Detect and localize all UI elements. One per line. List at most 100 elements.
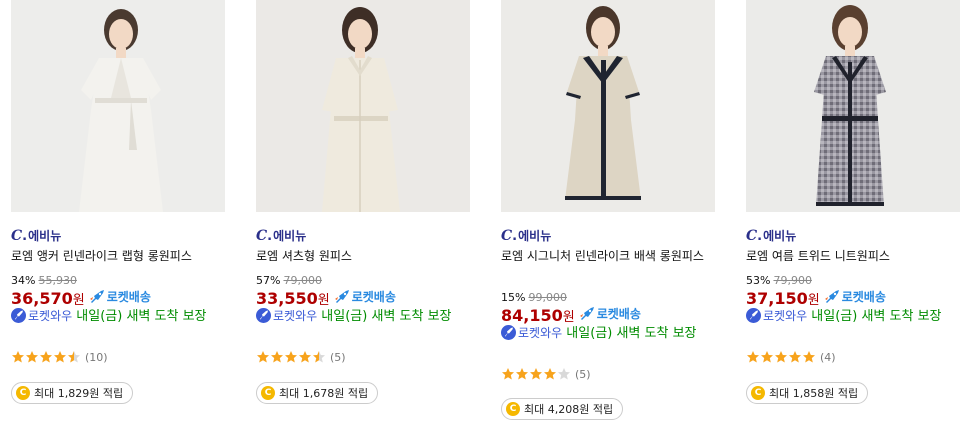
coin-icon: C bbox=[16, 386, 30, 400]
wow-rocket-icon bbox=[256, 308, 271, 323]
rocket-delivery-badge: 로켓배송 bbox=[89, 288, 151, 305]
original-price: 79,900 bbox=[773, 274, 812, 287]
price-block: 57% 79,000 33,550 원 로켓배송 로켓와우 내일(금) 새벽 도착 … bbox=[256, 273, 470, 325]
product-card[interactable]: C. 에비뉴 로엠 여름 트위드 니트원피스 53% 79,900 37,150 원 … bbox=[746, 0, 960, 446]
delivery-text: 내일(금) 새벽 도착 보장 bbox=[72, 309, 207, 324]
price-block: 15% 99,000 84,150 원 로켓배송 로켓와우 내일(금) 새벽 도착 … bbox=[501, 290, 715, 342]
brand-mark: C bbox=[11, 228, 23, 244]
sale-price: 33,550 bbox=[256, 288, 318, 308]
star-icon bbox=[285, 351, 297, 363]
discount-rate: 53% bbox=[746, 274, 771, 287]
star-half-icon bbox=[68, 351, 80, 363]
star-rating bbox=[11, 350, 81, 364]
brand-logo: C. 에비뉴 bbox=[256, 228, 307, 244]
rating: (5) bbox=[501, 366, 591, 382]
brand-name: 에비뉴 bbox=[273, 229, 307, 243]
reward-points-badge: C 최대 4,208원 적립 bbox=[501, 398, 624, 420]
star-icon bbox=[775, 351, 787, 363]
sale-price: 37,150 bbox=[746, 288, 808, 308]
product-card[interactable]: C. 에비뉴 로엠 앵커 린넨라이크 랩형 롱원피스 34% 55,930 36,5… bbox=[11, 0, 225, 446]
product-title[interactable]: 로엠 앵커 린넨라이크 랩형 롱원피스 bbox=[11, 248, 225, 265]
star-icon bbox=[12, 351, 24, 363]
price-row: 84,150 원 로켓배송 bbox=[501, 305, 641, 325]
price-row: 36,570 원 로켓배송 bbox=[11, 288, 151, 308]
star-icon bbox=[789, 351, 801, 363]
discount-row: 34% 55,930 bbox=[11, 273, 225, 288]
discount-rate: 15% bbox=[501, 291, 526, 304]
wow-label: 로켓와우 bbox=[273, 309, 318, 323]
rating: (10) bbox=[11, 349, 108, 365]
product-card[interactable]: C. 에비뉴 로엠 시그니처 린넨라이크 배색 롱원피스 15% 99,000 84… bbox=[501, 0, 715, 446]
star-icon bbox=[502, 368, 514, 380]
price-block: 53% 79,900 37,150 원 로켓배송 로켓와우 내일(금) 새벽 도착 … bbox=[746, 273, 960, 325]
product-title[interactable]: 로엠 여름 트위드 니트원피스 bbox=[746, 248, 960, 265]
discount-rate: 57% bbox=[256, 274, 281, 287]
wow-rocket-icon bbox=[501, 325, 516, 340]
original-price: 79,000 bbox=[283, 274, 322, 287]
discount-row: 15% 99,000 bbox=[501, 290, 715, 305]
brand-name: 에비뉴 bbox=[763, 229, 797, 243]
product-image[interactable] bbox=[11, 0, 225, 212]
star-icon bbox=[54, 351, 66, 363]
price-block: 34% 55,930 36,570 원 로켓배송 로켓와우 내일(금) 새벽 도착 … bbox=[11, 273, 225, 325]
rating: (5) bbox=[256, 349, 346, 365]
star-icon bbox=[544, 368, 556, 380]
star-icon bbox=[516, 368, 528, 380]
original-price: 55,930 bbox=[38, 274, 77, 287]
reward-points-badge: C 최대 1,858원 적립 bbox=[746, 382, 869, 404]
star-icon bbox=[257, 351, 269, 363]
brand-logo: C. 에비뉴 bbox=[501, 228, 552, 244]
discount-row: 53% 79,900 bbox=[746, 273, 960, 288]
rocket-delivery-badge: 로켓배송 bbox=[824, 288, 886, 305]
delivery-promise: 로켓와우 내일(금) 새벽 도착 보장 bbox=[501, 325, 715, 342]
star-icon bbox=[530, 368, 542, 380]
delivery-promise: 로켓와우 내일(금) 새벽 도착 보장 bbox=[746, 308, 960, 325]
star-rating bbox=[501, 367, 571, 381]
sale-price: 36,570 bbox=[11, 288, 73, 308]
product-image[interactable] bbox=[746, 0, 960, 212]
wow-rocket-icon bbox=[746, 308, 761, 323]
wow-label: 로켓와우 bbox=[28, 309, 73, 323]
coin-icon: C bbox=[506, 402, 520, 416]
brand-logo: C. 에비뉴 bbox=[746, 228, 797, 244]
star-icon bbox=[803, 351, 815, 363]
rating: (4) bbox=[746, 349, 836, 365]
reward-points-badge: C 최대 1,678원 적립 bbox=[256, 382, 379, 404]
delivery-promise: 로켓와우 내일(금) 새벽 도착 보장 bbox=[11, 308, 225, 325]
star-empty-icon bbox=[558, 368, 570, 380]
reward-points-badge: C 최대 1,829원 적립 bbox=[11, 382, 134, 404]
star-half-icon bbox=[313, 351, 325, 363]
product-title[interactable]: 로엠 셔츠형 원피스 bbox=[256, 248, 470, 265]
delivery-promise: 로켓와우 내일(금) 새벽 도착 보장 bbox=[256, 308, 470, 325]
price-row: 33,550 원 로켓배송 bbox=[256, 288, 396, 308]
rocket-icon bbox=[89, 289, 104, 303]
product-card[interactable]: C. 에비뉴 로엠 셔츠형 원피스 57% 79,000 33,550 원 로켓배송 … bbox=[256, 0, 470, 446]
rocket-icon bbox=[824, 289, 839, 303]
review-count: (5) bbox=[330, 350, 346, 364]
brand-name: 에비뉴 bbox=[518, 229, 552, 243]
star-icon bbox=[40, 351, 52, 363]
wow-rocket-icon bbox=[11, 308, 26, 323]
price-row: 37,150 원 로켓배송 bbox=[746, 288, 886, 308]
brand-name: 에비뉴 bbox=[28, 229, 62, 243]
coin-icon: C bbox=[751, 386, 765, 400]
brand-mark: C bbox=[746, 228, 758, 244]
discount-row: 57% 79,000 bbox=[256, 273, 470, 288]
coin-icon: C bbox=[261, 386, 275, 400]
wow-label: 로켓와우 bbox=[518, 326, 563, 340]
delivery-text: 내일(금) 새벽 도착 보장 bbox=[317, 309, 452, 324]
original-price: 99,000 bbox=[528, 291, 567, 304]
star-icon bbox=[299, 351, 311, 363]
product-title[interactable]: 로엠 시그니처 린넨라이크 배색 롱원피스 bbox=[501, 248, 715, 265]
brand-mark: C bbox=[501, 228, 513, 244]
star-icon bbox=[26, 351, 38, 363]
delivery-text: 내일(금) 새벽 도착 보장 bbox=[807, 309, 942, 324]
product-image[interactable] bbox=[256, 0, 470, 212]
rocket-delivery-badge: 로켓배송 bbox=[334, 288, 396, 305]
review-count: (5) bbox=[575, 367, 591, 381]
discount-rate: 34% bbox=[11, 274, 36, 287]
review-count: (10) bbox=[85, 350, 108, 364]
rocket-delivery-badge: 로켓배송 bbox=[579, 305, 641, 322]
product-image[interactable] bbox=[501, 0, 715, 212]
brand-logo: C. 에비뉴 bbox=[11, 228, 62, 244]
